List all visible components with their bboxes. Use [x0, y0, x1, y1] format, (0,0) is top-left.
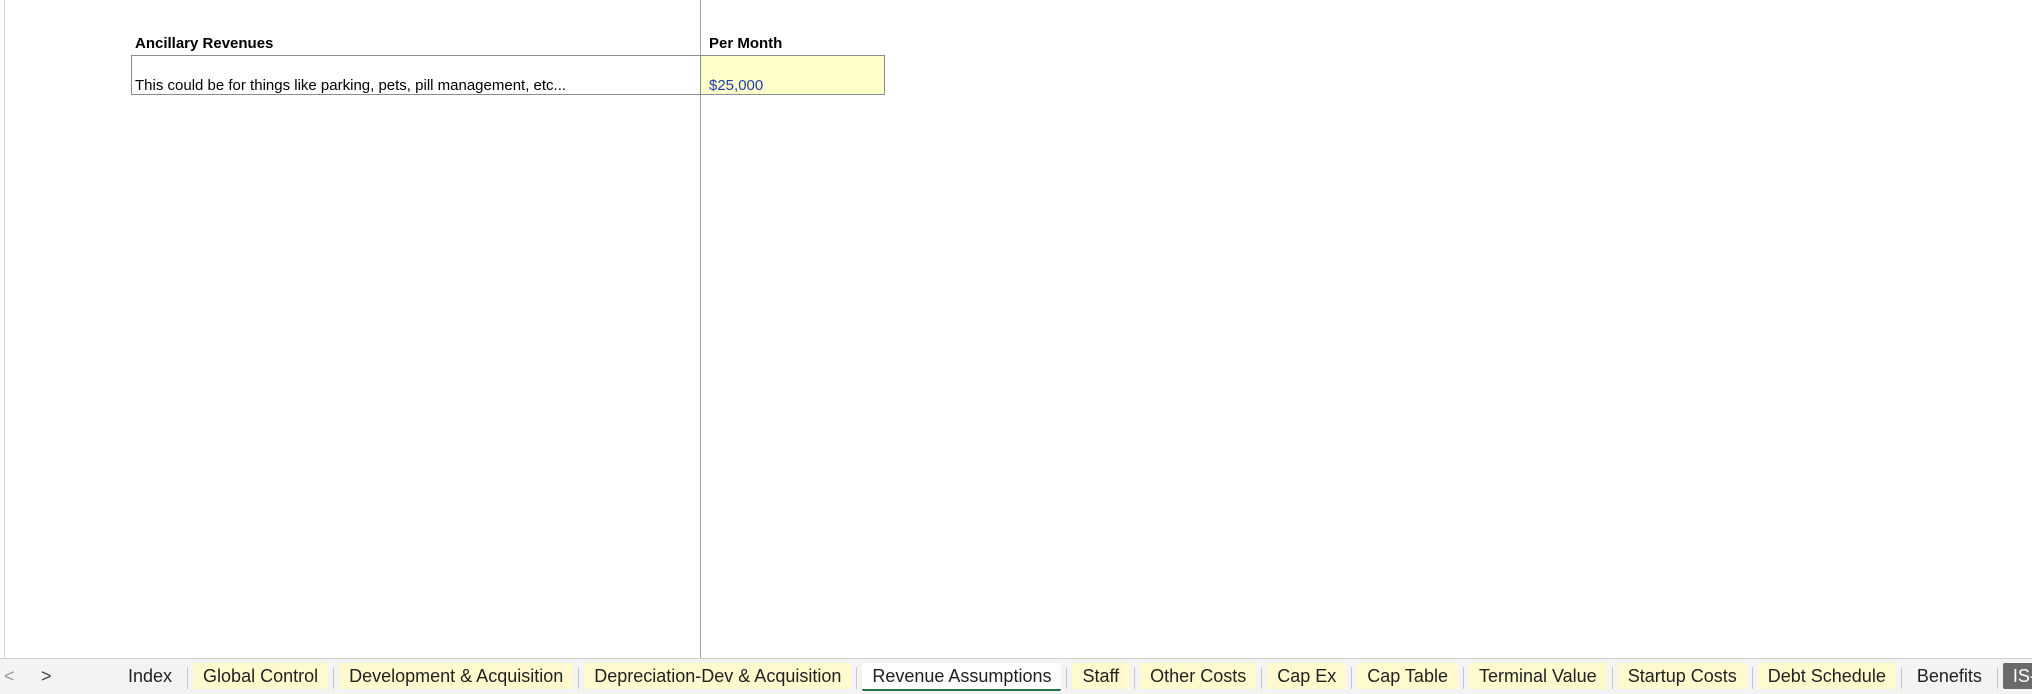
ancillary-revenues-header: Ancillary Revenues	[135, 35, 274, 52]
tab-separator	[1261, 667, 1263, 689]
description-text: This could be for things like parking, p…	[135, 77, 567, 94]
sheet-tabs: Index Global Control Development & Acqui…	[113, 663, 2032, 693]
tab-separator	[1751, 667, 1753, 689]
tab-separator	[1066, 667, 1068, 689]
per-month-value: $25,000	[709, 77, 764, 94]
tab-separator	[1900, 667, 1902, 689]
tab-separator	[1996, 667, 1998, 689]
tab-separator	[1134, 667, 1136, 689]
tab-revenue-assumptions[interactable]: Revenue Assumptions	[862, 663, 1062, 691]
worksheet-area[interactable]: Ancillary Revenues Per Month This could …	[0, 0, 2032, 658]
tab-benefits[interactable]: Benefits	[1907, 663, 1992, 689]
tab-global-control[interactable]: Global Control	[193, 663, 329, 689]
tab-cap-ex[interactable]: Cap Ex	[1267, 663, 1347, 689]
chevron-right-icon[interactable]: >	[41, 666, 52, 687]
tab-other-costs[interactable]: Other Costs	[1140, 663, 1257, 689]
tab-separator	[1351, 667, 1353, 689]
tab-depreciation-dev-acquisition[interactable]: Depreciation-Dev & Acquisition	[584, 663, 852, 689]
tab-index[interactable]: Index	[118, 663, 182, 689]
chevron-left-icon[interactable]: <	[4, 666, 15, 687]
tab-staff[interactable]: Staff	[1072, 663, 1130, 689]
tab-development-acquisition[interactable]: Development & Acquisition	[339, 663, 574, 689]
tab-startup-costs[interactable]: Startup Costs	[1617, 663, 1747, 689]
tab-separator	[856, 667, 858, 689]
tab-debt-schedule[interactable]: Debt Schedule	[1757, 663, 1896, 689]
tab-separator	[1462, 667, 1464, 689]
per-month-header: Per Month	[709, 35, 783, 52]
tab-separator	[333, 667, 335, 689]
tab-separator	[1611, 667, 1613, 689]
tab-separator	[187, 667, 189, 689]
tab-is-m[interactable]: IS- M	[2002, 663, 2032, 689]
column-divider	[700, 0, 701, 658]
tab-cap-table[interactable]: Cap Table	[1357, 663, 1458, 689]
tab-revenue-assumptions-label: Revenue Assumptions	[872, 665, 1052, 686]
tab-terminal-value[interactable]: Terminal Value	[1468, 663, 1607, 689]
sheet-tab-bar: < > Index Global Control Development & A…	[0, 658, 2032, 694]
sheet-left-border	[4, 0, 5, 658]
tab-separator	[578, 667, 580, 689]
